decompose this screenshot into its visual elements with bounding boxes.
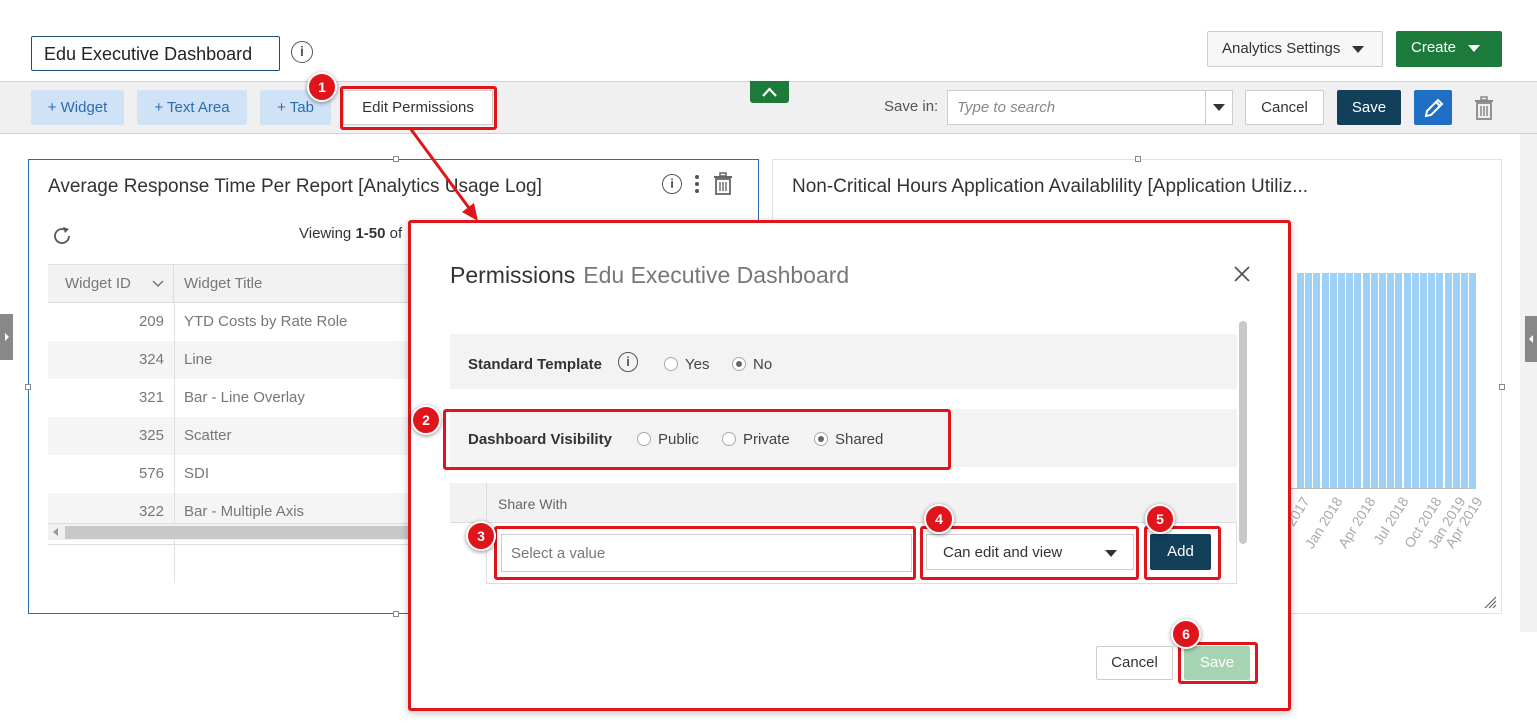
step-badge-5: 5: [1145, 504, 1175, 534]
highlight-visibility: [443, 409, 951, 470]
highlight-share-select: [494, 526, 916, 580]
annotation-arrow: [408, 127, 478, 221]
step-badge-6: 6: [1171, 619, 1201, 649]
step-badge-4: 4: [924, 504, 954, 534]
step-badge-1: 1: [307, 72, 337, 102]
highlight-permission-dropdown: [920, 526, 1139, 580]
highlight-edit-permissions: [340, 86, 497, 130]
highlight-add-button: [1144, 526, 1221, 580]
step-badge-2: 2: [411, 405, 441, 435]
step-badge-3: 3: [466, 521, 496, 551]
